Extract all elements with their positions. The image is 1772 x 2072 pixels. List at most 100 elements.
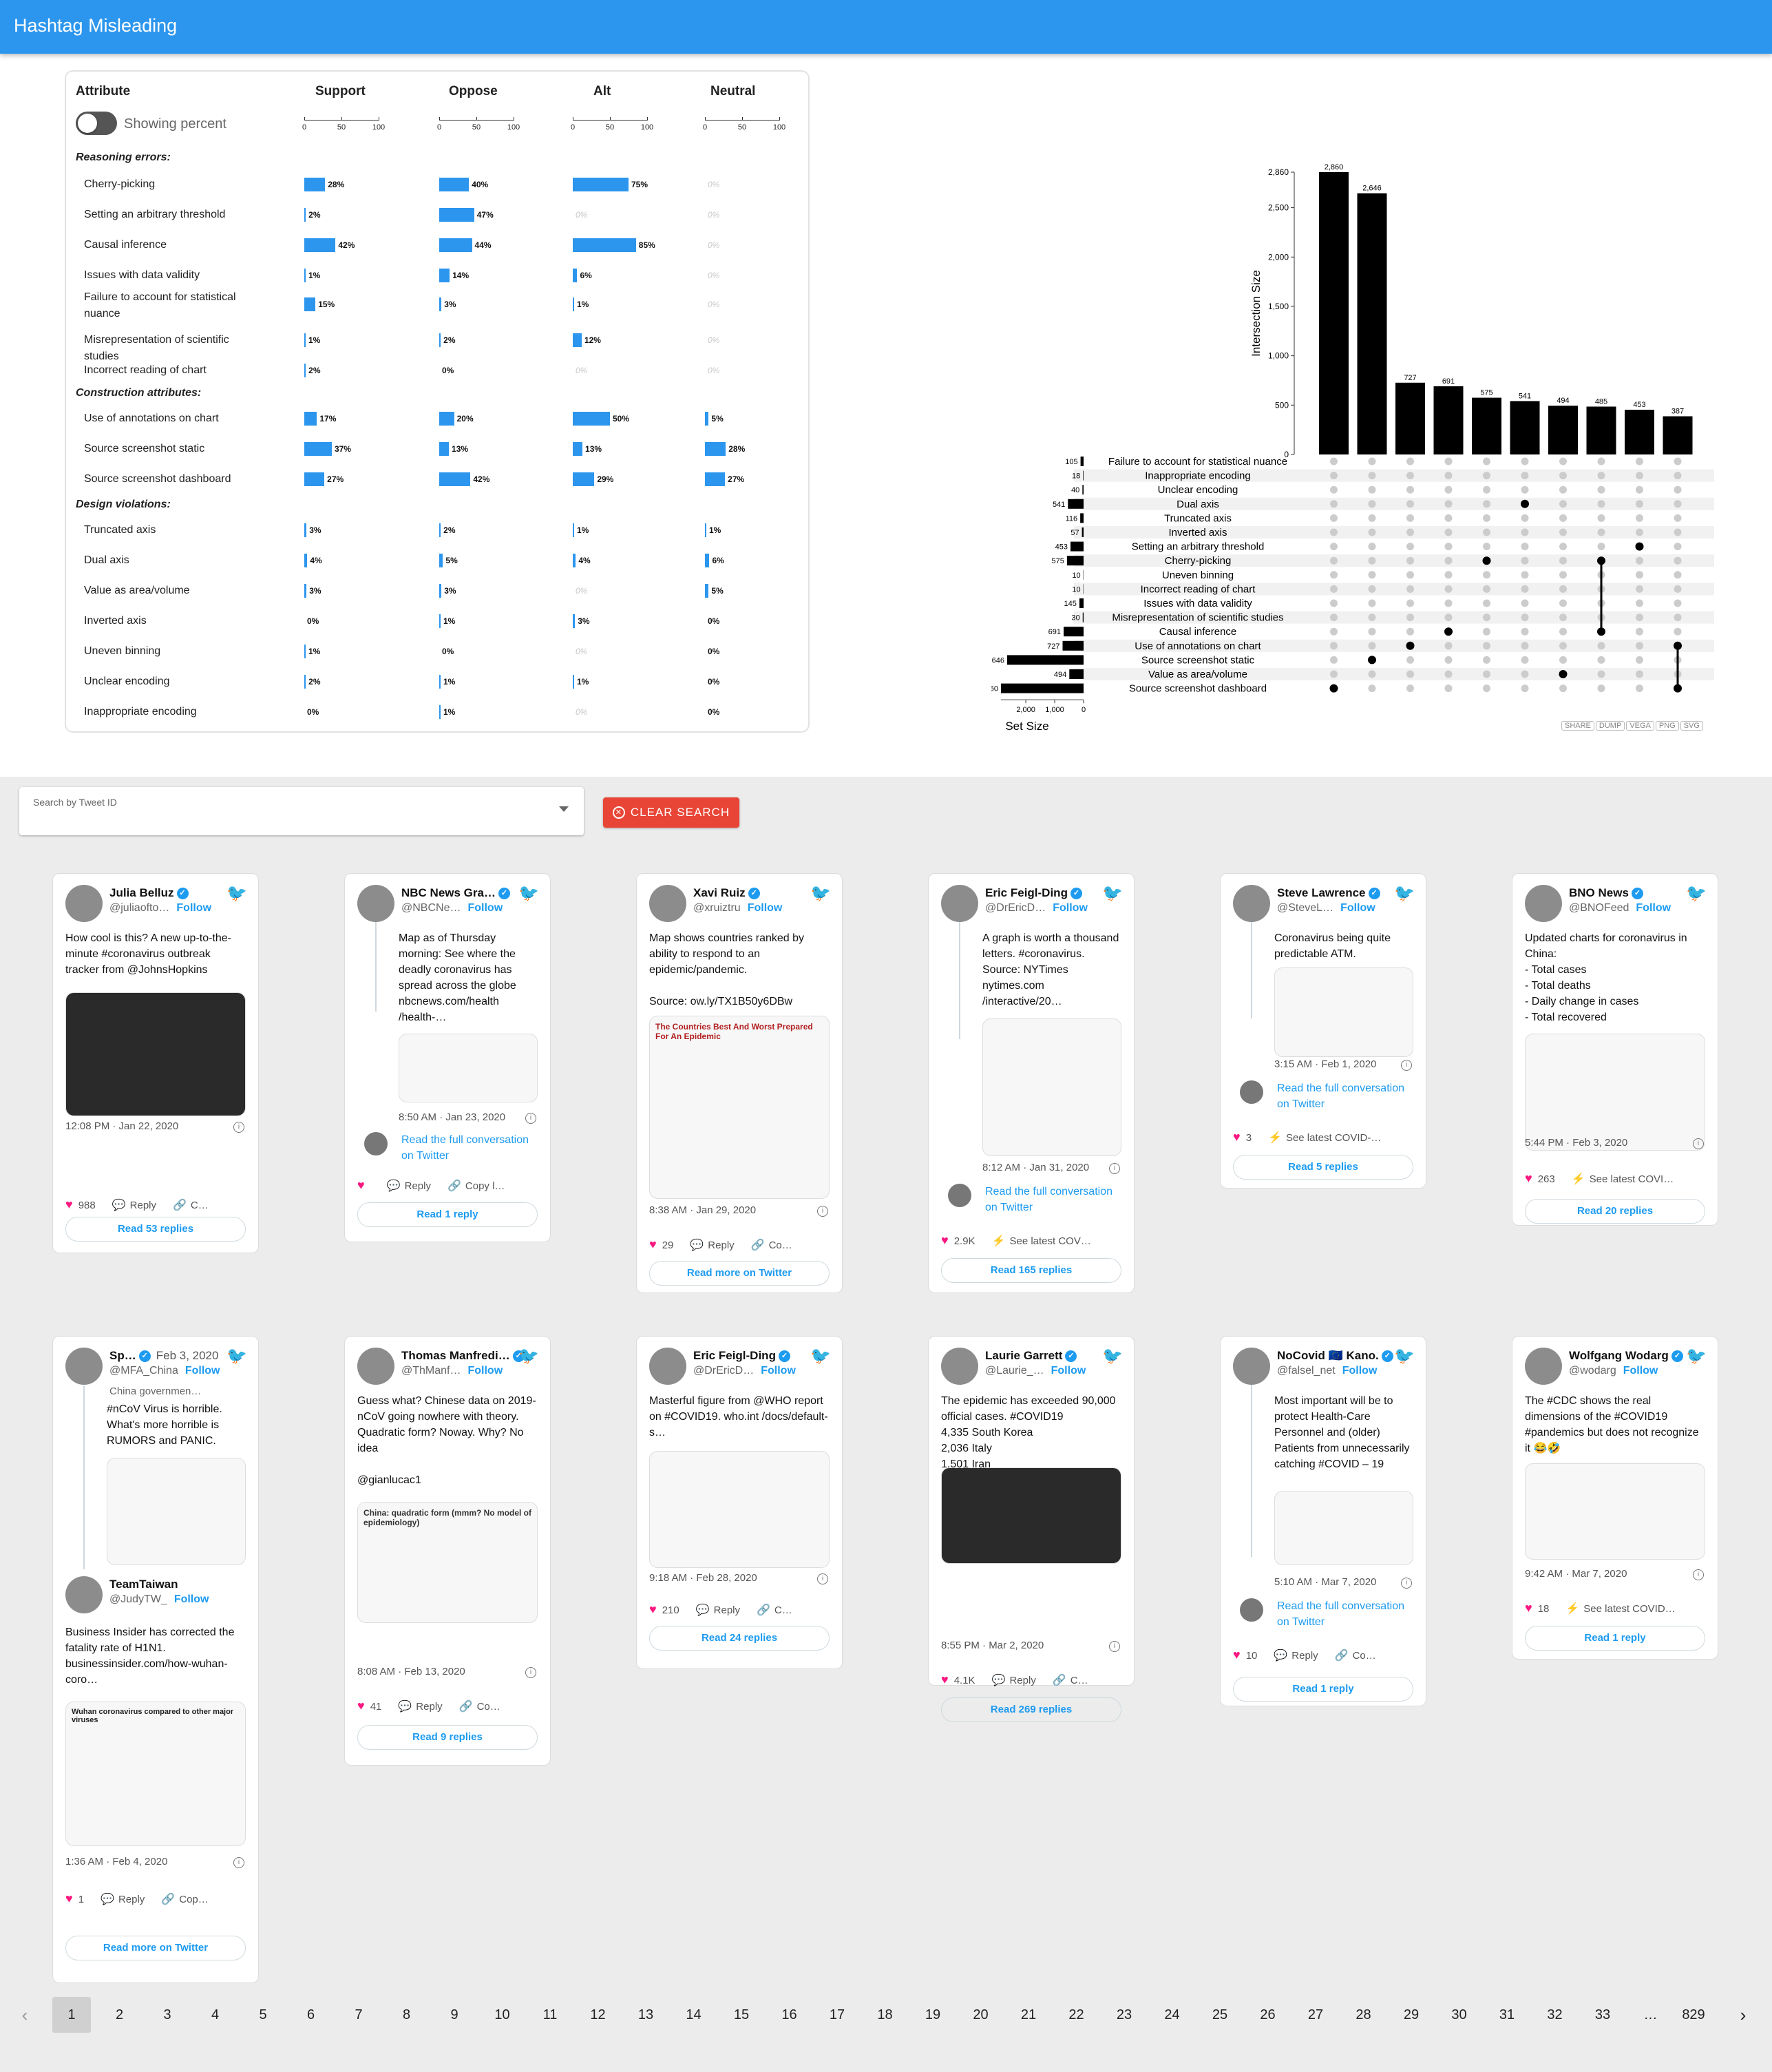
export-vega-button[interactable]: VEGA	[1626, 721, 1654, 731]
tweet-card[interactable]: Xavi Ruiz ✓ @xruiztru Follow 🐦 Map shows coun…	[636, 873, 843, 1293]
copy-link-action[interactable]: 🔗 Co…	[751, 1238, 792, 1252]
info-icon[interactable]: i	[525, 1113, 536, 1124]
reply-action[interactable]: ⚡ See latest COVID-…	[1268, 1131, 1381, 1144]
author-name-text[interactable]: Xavi Ruiz	[693, 886, 746, 899]
twitter-bird-icon[interactable]: 🐦	[226, 1346, 247, 1366]
link-icon[interactable]: 🔗	[1335, 1650, 1349, 1662]
author-name[interactable]: NBC News Gra… ✓	[401, 886, 510, 900]
link-icon[interactable]: 🔗	[757, 1604, 770, 1616]
author-name-text[interactable]: Laurie Garrett	[985, 1349, 1062, 1362]
author-name-text[interactable]: Wolfgang Wodarg	[1569, 1349, 1669, 1362]
read-conversation-link[interactable]: Read the full conversation on Twitter	[401, 1132, 539, 1164]
reply-icon[interactable]: 💬	[1274, 1650, 1287, 1662]
heart-icon[interactable]: ♥	[649, 1602, 657, 1616]
follow-link[interactable]: Follow	[1636, 902, 1671, 914]
tweet-media[interactable]	[65, 992, 246, 1116]
bar-support[interactable]	[304, 675, 306, 689]
tweet-card[interactable]: Sp… ✓ Feb 3, 2020 @MFA_China Follow 🐦 China go…	[52, 1336, 259, 1983]
author-name-text[interactable]: NoCovid 🇪🇺 Kano.	[1277, 1349, 1379, 1362]
follow-link[interactable]: Follow	[176, 902, 211, 914]
conversation-avatar[interactable]	[948, 1184, 971, 1207]
heart-icon[interactable]: ♥	[1525, 1601, 1532, 1615]
heart-icon[interactable]: ♥	[941, 1673, 949, 1686]
reply-icon[interactable]: 💬	[992, 1675, 1006, 1686]
like-action[interactable]: ♥ 4.1K	[941, 1673, 975, 1687]
twitter-bird-icon[interactable]: 🐦	[226, 883, 247, 903]
bolt-icon[interactable]: ⚡	[1565, 1603, 1579, 1615]
author-name-text[interactable]: Steve Lawrence	[1277, 886, 1366, 899]
author-name-text[interactable]: Julia Belluz	[109, 886, 174, 899]
page-button[interactable]: 31	[1488, 1997, 1526, 2033]
bar-support[interactable]	[304, 554, 308, 567]
bar-alt[interactable]	[573, 297, 574, 311]
heart-icon[interactable]: ♥	[65, 1197, 73, 1211]
bar-support[interactable]	[304, 297, 316, 311]
conversation-avatar[interactable]	[364, 1132, 388, 1155]
reply-action[interactable]: 💬 Reply	[398, 1699, 442, 1713]
link-icon[interactable]: 🔗	[173, 1200, 187, 1211]
reply-author-name[interactable]: TeamTaiwan	[109, 1578, 178, 1591]
like-action[interactable]: ♥ 988	[65, 1197, 96, 1212]
export-png-button[interactable]: PNG	[1655, 721, 1679, 731]
reply-icon[interactable]: 💬	[690, 1239, 704, 1251]
follow-link[interactable]: Follow	[467, 902, 503, 914]
tweet-media[interactable]: The Countries Best And Worst Prepared Fo…	[649, 1016, 830, 1199]
bar-oppose[interactable]	[439, 554, 443, 567]
avatar[interactable]	[649, 1348, 686, 1385]
tweet-media[interactable]	[1525, 1034, 1705, 1151]
bar-support[interactable]	[304, 412, 317, 426]
like-action[interactable]: ♥ 1	[65, 1892, 84, 1906]
tweet-card[interactable]: BNO News ✓ @BNOFeed Follow 🐦 Updated charts f…	[1512, 873, 1718, 1226]
page-button[interactable]: 26	[1249, 1997, 1287, 2033]
read-replies-button[interactable]: Read 165 replies	[941, 1258, 1121, 1283]
bar-support[interactable]	[304, 333, 306, 347]
tweet-card[interactable]: NoCovid 🇪🇺 Kano. ✓ @falsel_net Follow 🐦 Most …	[1220, 1336, 1426, 1706]
clear-search-button[interactable]: ✕ CLEAR SEARCH	[603, 797, 739, 828]
follow-link[interactable]: Follow	[1051, 1365, 1086, 1377]
bar-support[interactable]	[304, 178, 326, 191]
page-button[interactable]: 11	[531, 1997, 569, 2033]
page-button[interactable]: 2	[101, 1997, 139, 2033]
follow-link[interactable]: Follow	[1342, 1365, 1378, 1377]
dropdown-caret-icon[interactable]	[559, 806, 569, 812]
author-name-text[interactable]: Eric Feigl-Ding	[693, 1349, 776, 1362]
tweet-media[interactable]	[982, 1018, 1121, 1156]
read-replies-button[interactable]: Read 20 replies	[1525, 1199, 1705, 1224]
info-icon[interactable]: i	[817, 1206, 828, 1217]
page-button[interactable]: 4	[196, 1997, 235, 2033]
bar-neutral[interactable]	[705, 523, 706, 537]
bar-alt[interactable]	[573, 554, 576, 567]
follow-link[interactable]: Follow	[761, 1365, 796, 1377]
bar-oppose[interactable]	[439, 269, 450, 282]
reply-action[interactable]: ⚡ See latest COV…	[992, 1234, 1091, 1248]
tweet-media[interactable]	[941, 1467, 1121, 1564]
page-button[interactable]: 21	[1009, 1997, 1048, 2033]
twitter-bird-icon[interactable]: 🐦	[1686, 883, 1707, 903]
author-name[interactable]: Laurie Garrett ✓	[985, 1349, 1077, 1363]
avatar[interactable]	[357, 1348, 394, 1385]
page-button[interactable]: 27	[1296, 1997, 1335, 2033]
page-button[interactable]: 10	[483, 1997, 522, 2033]
bolt-icon[interactable]: ⚡	[1572, 1173, 1585, 1185]
bar-alt[interactable]	[573, 333, 582, 347]
bar-alt[interactable]	[573, 269, 578, 282]
author-name[interactable]: Julia Belluz ✓	[109, 886, 189, 900]
read-replies-button[interactable]: Read 1 reply	[357, 1202, 538, 1227]
avatar[interactable]	[65, 885, 103, 922]
tweet-card[interactable]: Laurie Garrett ✓ @Laurie_… Follow 🐦 The epide…	[928, 1336, 1135, 1722]
read-conversation-link[interactable]: Read the full conversation on Twitter	[1277, 1598, 1415, 1630]
bar-support[interactable]	[304, 584, 307, 598]
bar-oppose[interactable]	[439, 472, 471, 486]
search-input[interactable]	[33, 805, 542, 817]
bar-support[interactable]	[304, 523, 307, 537]
bar-neutral[interactable]	[705, 554, 710, 567]
page-button[interactable]: 3	[148, 1997, 187, 2033]
reply-action[interactable]: 💬 Reply	[101, 1892, 145, 1906]
tweet-media[interactable]	[649, 1451, 830, 1568]
follow-link[interactable]: Follow	[185, 1365, 220, 1377]
author-name-text[interactable]: Sp…	[109, 1349, 136, 1362]
page-button[interactable]: 16	[770, 1997, 809, 2033]
info-icon[interactable]: i	[817, 1573, 828, 1584]
page-button[interactable]: 7	[339, 1997, 378, 2033]
read-replies-button[interactable]: Read 269 replies	[941, 1697, 1121, 1722]
